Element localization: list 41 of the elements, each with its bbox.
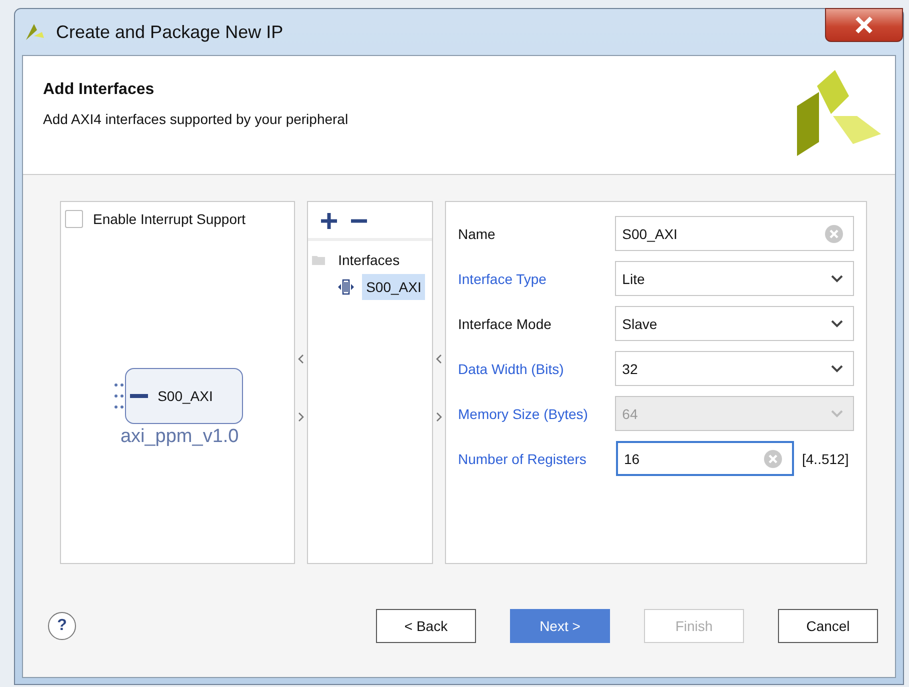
- checkbox-label: Enable Interrupt Support: [93, 211, 246, 227]
- field-label: Data Width (Bits): [458, 360, 565, 376]
- checkbox[interactable]: [65, 210, 83, 228]
- field-label: Interface Type: [458, 270, 548, 286]
- close-button[interactable]: [825, 8, 903, 42]
- chevron-down-icon: [831, 320, 843, 328]
- port-label: S00_AXI: [158, 388, 213, 404]
- interface-icon: [338, 278, 354, 296]
- help-icon[interactable]: ?: [48, 612, 76, 640]
- page-subtitle: Add AXI4 interfaces supported by your peripheral: [43, 111, 348, 127]
- dialog-button[interactable]: < Back: [376, 609, 476, 643]
- expand-right-icon[interactable]: [436, 412, 442, 422]
- page-title: Add Interfaces: [43, 81, 156, 99]
- port-icon: [112, 381, 125, 411]
- text-field[interactable]: 16: [616, 441, 794, 476]
- close-icon[interactable]: [854, 16, 874, 34]
- chevron-down-icon: [831, 274, 843, 282]
- chevron-down-icon: [831, 364, 843, 372]
- collapse-left-icon[interactable]: [436, 354, 442, 364]
- field-label: Number of Registers: [458, 450, 588, 466]
- field-label: Interface Mode: [458, 316, 552, 332]
- window-title: Create and Package New IP: [56, 22, 284, 42]
- ip-name: axi_ppm_v1.0: [120, 426, 239, 448]
- range-hint: [4..512]: [802, 450, 849, 466]
- dropdown[interactable]: Slave: [615, 306, 854, 341]
- logo-icon: [797, 70, 881, 156]
- expand-right-icon[interactable]: [298, 412, 304, 422]
- tree-item[interactable]: Interfaces: [338, 252, 400, 268]
- collapse-left-icon[interactable]: [298, 354, 304, 364]
- text-field[interactable]: S00_AXI: [615, 216, 854, 251]
- dialog-button[interactable]: Cancel: [778, 609, 878, 643]
- tree-item[interactable]: S00_AXI: [362, 274, 426, 300]
- minus-icon: [130, 394, 148, 398]
- field-label: Name: [458, 226, 496, 242]
- add-icon[interactable]: [320, 212, 338, 230]
- field-label: Memory Size (Bytes): [458, 406, 589, 422]
- chevron-down-icon: [831, 410, 843, 418]
- logo-icon: [24, 22, 46, 42]
- dialog-button[interactable]: Next >: [510, 609, 610, 643]
- dropdown[interactable]: Lite: [615, 261, 854, 296]
- dropdown[interactable]: 32: [615, 351, 854, 386]
